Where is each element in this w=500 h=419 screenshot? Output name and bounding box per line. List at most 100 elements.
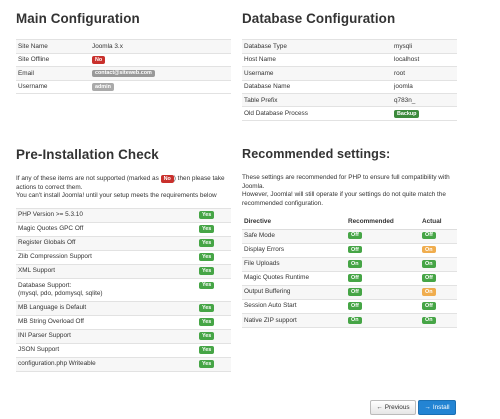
table-row: INI Parser Support Yes	[16, 328, 231, 344]
preinstall-intro: If any of these items are not supported …	[16, 175, 231, 200]
recommended-badge: Off	[348, 288, 362, 296]
actual-badge: On	[422, 260, 436, 268]
directive-label: Native ZIP support	[242, 313, 346, 329]
table-row: MB String Overload Off Yes	[16, 314, 231, 330]
table-header-row: Directive Recommended Actual	[242, 214, 457, 230]
recommended-badge: Off	[348, 231, 362, 240]
table-row: Register Globals Off Yes	[16, 235, 231, 251]
table-row: Site Name Joomla 3.x	[16, 39, 231, 54]
preinstall-table: PHP Version >= 5.3.10 Yes Magic Quotes GP…	[16, 207, 231, 373]
intro-text: If any of these items are not supported …	[16, 175, 159, 183]
row-value: joomla	[392, 79, 457, 94]
backup-badge: Backup	[394, 110, 420, 119]
actual-badge: Off	[422, 302, 436, 310]
install-button[interactable]: → Install	[418, 400, 456, 415]
status-badge: Yes	[199, 281, 215, 290]
site-offline-badge: No	[92, 56, 106, 64]
preinstall-title: Pre-Installation Check	[16, 147, 159, 162]
table-row: Magic Quotes GPC Off Yes	[16, 221, 231, 237]
status-badge: Yes	[199, 253, 215, 261]
check-label-text: Database Support:	[18, 281, 72, 289]
table-row: configuration.php Writeable Yes	[16, 357, 231, 373]
directive-label: Display Errors	[242, 242, 346, 258]
status-badge: Yes	[199, 225, 215, 233]
table-row: Table Prefix q783n_	[242, 92, 457, 107]
previous-label: Previous	[384, 404, 410, 411]
check-label: PHP Version >= 5.3.10	[16, 207, 199, 223]
status-badge: Yes	[199, 267, 215, 275]
db-config-title: Database Configuration	[242, 11, 396, 26]
header-actual: Actual	[420, 214, 457, 230]
check-label: Register Globals Off	[16, 235, 199, 251]
table-row: File Uploads On On	[242, 256, 457, 272]
recommended-badge: On	[348, 316, 362, 325]
status-badge: Yes	[199, 360, 215, 368]
status-badge: Yes	[199, 211, 215, 219]
table-row: Database Name joomla	[242, 79, 457, 94]
row-value: root	[392, 66, 457, 81]
table-row: Session Auto Start Off Off	[242, 299, 457, 314]
table-row: JSON Support Yes	[16, 342, 231, 358]
recommended-badge: On	[348, 260, 362, 268]
recommended-badge: Off	[348, 274, 362, 282]
previous-button[interactable]: ← Previous	[370, 400, 416, 415]
table-row: Output Buffering Off On	[242, 284, 457, 300]
actual-badge: On	[422, 288, 436, 296]
table-row: Safe Mode Off Off	[242, 228, 457, 244]
check-label: XML Support	[16, 264, 199, 279]
main-config-section: Main Configuration Site Name Joomla 3.x …	[16, 10, 231, 94]
row-label: Username	[242, 66, 392, 81]
row-value: localhost	[392, 52, 457, 67]
table-row: Username root	[242, 66, 457, 81]
table-row: Database Type mysqli	[242, 39, 457, 54]
check-label: Database Support: (mysql, pdo, pdomysql, …	[16, 278, 199, 302]
table-row: Display Errors Off On	[242, 242, 457, 258]
row-label: Email	[16, 66, 90, 81]
table-row: Host Name localhost	[242, 52, 457, 67]
no-badge: No	[160, 175, 174, 183]
arrow-left-icon: ←	[376, 404, 383, 411]
header-recommended: Recommended	[346, 214, 420, 230]
table-row: PHP Version >= 5.3.10 Yes	[16, 207, 231, 223]
preinstall-section: Pre-Installation Check If any of these i…	[16, 146, 231, 373]
check-label: INI Parser Support	[16, 328, 199, 344]
intro-text: However, Joomla! will still operate if y…	[242, 191, 446, 207]
directive-label: Safe Mode	[242, 228, 346, 244]
recommended-title: Recommended settings:	[242, 147, 391, 161]
row-label: Site Name	[16, 39, 90, 54]
intro-text: You can't install Joomla! until your set…	[16, 192, 217, 200]
status-badge: Yes	[199, 332, 215, 340]
directive-label: Session Auto Start	[242, 299, 346, 314]
recommended-intro: These settings are recommended for PHP t…	[242, 174, 457, 208]
row-label: Username	[16, 79, 90, 94]
recommended-badge: Off	[348, 246, 362, 254]
table-row: Email contact@siteweb.com	[16, 66, 231, 81]
directive-label: Output Buffering	[242, 284, 346, 300]
status-badge: Yes	[199, 318, 215, 326]
arrow-right-icon: →	[424, 404, 431, 411]
status-badge: Yes	[199, 304, 215, 312]
directive-label: Magic Quotes Runtime	[242, 270, 346, 286]
row-label: Site Offline	[16, 52, 90, 67]
main-config-title: Main Configuration	[16, 11, 140, 26]
username-badge: admin	[92, 83, 114, 91]
table-row: Zlib Compression Support Yes	[16, 249, 231, 265]
recommended-table: Directive Recommended Actual Safe Mode Of…	[242, 214, 457, 329]
db-config-section: Database Configuration Database Type mys…	[242, 10, 457, 121]
table-row: Native ZIP support On On	[242, 313, 457, 329]
row-label: Host Name	[242, 52, 392, 67]
table-row: Old Database Process Backup	[242, 106, 457, 121]
row-value: mysqli	[392, 39, 457, 54]
actual-badge: Off	[422, 274, 436, 282]
recommended-badge: Off	[348, 302, 362, 310]
check-label: MB Language is Default	[16, 300, 199, 316]
row-value: q783n_	[392, 92, 457, 107]
row-label: Table Prefix	[242, 92, 392, 107]
table-row: XML Support Yes	[16, 264, 231, 279]
check-label: MB String Overload Off	[16, 314, 199, 330]
check-label: JSON Support	[16, 342, 199, 358]
table-row: Magic Quotes Runtime Off Off	[242, 270, 457, 286]
db-config-table: Database Type mysqli Host Name localhost…	[242, 39, 457, 121]
main-config-table: Site Name Joomla 3.x Site Offline No Ema…	[16, 39, 231, 94]
table-row: Site Offline No	[16, 52, 231, 67]
